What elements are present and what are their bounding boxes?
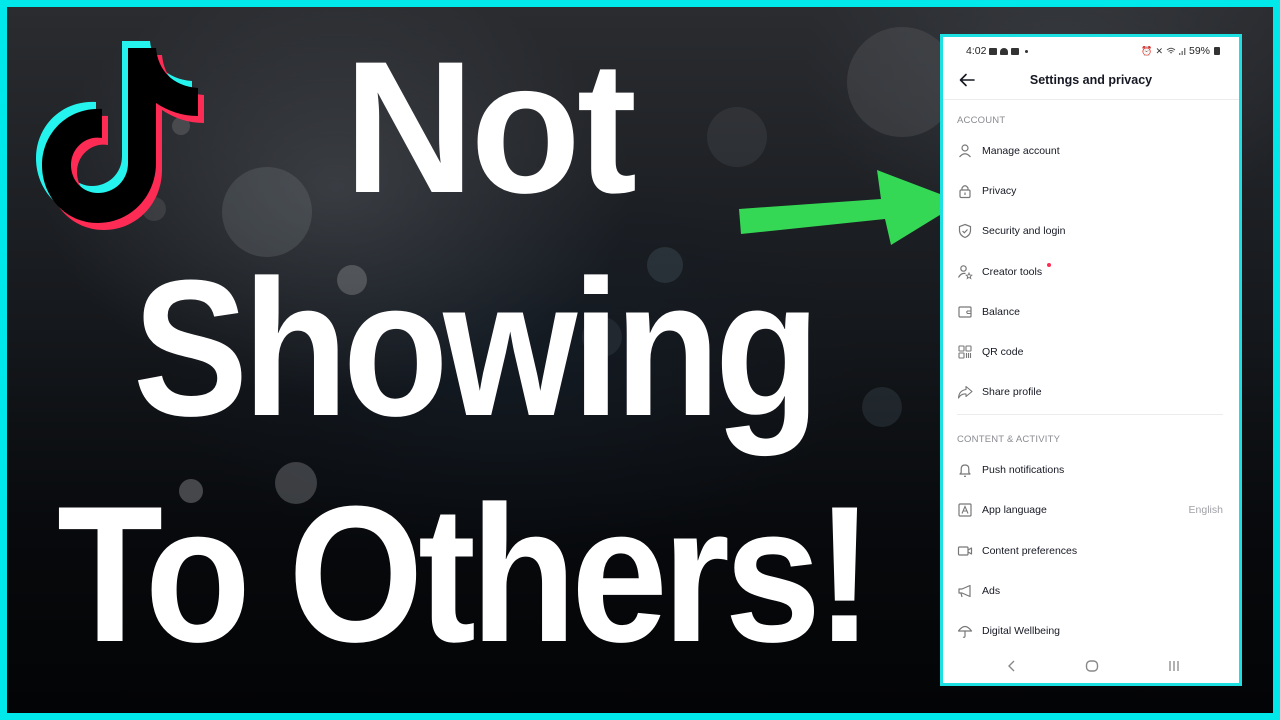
- alarm-icon: ⏰: [1141, 45, 1153, 56]
- settings-item-ads[interactable]: Ads: [943, 574, 1239, 608]
- wallet-icon: [958, 306, 972, 318]
- notification-bell-icon: [1000, 47, 1009, 55]
- settings-item-label: Share profile: [982, 386, 1042, 398]
- settings-item-qr-code[interactable]: QR code: [943, 335, 1239, 369]
- person-star-icon: [957, 265, 973, 280]
- home-nav-icon[interactable]: [1083, 657, 1101, 675]
- section-label-content-activity: CONTENT & ACTIVITY: [957, 434, 1061, 445]
- settings-item-label: QR code: [982, 346, 1024, 358]
- settings-item-label: Creator tools: [982, 266, 1043, 278]
- settings-item-creator-tools[interactable]: Creator tools: [943, 255, 1239, 289]
- back-nav-icon[interactable]: [1003, 657, 1021, 675]
- tiktok-logo: [36, 41, 204, 230]
- recents-nav-icon[interactable]: [1165, 657, 1183, 675]
- settings-item-push-notifications[interactable]: Push notifications: [943, 453, 1239, 487]
- phone-screenshot: 4:02 ⏰ ✕ 59% Settings and privacy ACCOUN…: [940, 34, 1242, 686]
- page-title: Settings and privacy: [1029, 73, 1153, 87]
- settings-item-label: Balance: [982, 306, 1020, 318]
- mute-icon: ✕: [1155, 45, 1163, 56]
- bell-icon: [959, 464, 971, 477]
- settings-item-balance[interactable]: Balance: [943, 295, 1239, 329]
- settings-item-content-preferences[interactable]: Content preferences: [943, 534, 1239, 568]
- notification-badge: [1047, 263, 1051, 267]
- megaphone-icon: [958, 584, 971, 598]
- person-icon: [959, 144, 971, 158]
- battery-percent: 59%: [1188, 45, 1210, 57]
- settings-item-digital-wellbeing[interactable]: Digital Wellbeing: [943, 614, 1239, 648]
- title-line-3: To Others!: [57, 466, 874, 683]
- bokeh-light: [707, 107, 767, 167]
- settings-item-app-language[interactable]: App language English: [943, 493, 1239, 527]
- youtube-icon: [1011, 47, 1020, 55]
- title-line-1: Not: [344, 22, 637, 232]
- settings-item-label: Manage account: [982, 145, 1060, 157]
- settings-item-label: Digital Wellbeing: [982, 625, 1061, 637]
- lock-icon: [959, 185, 971, 199]
- settings-item-security-and-login[interactable]: Security and login: [943, 214, 1239, 248]
- settings-item-label: Content preferences: [982, 545, 1078, 557]
- language-icon: [958, 503, 972, 517]
- wifi-icon: [1166, 47, 1176, 54]
- green-arrow-icon: [739, 170, 961, 245]
- settings-item-manage-account[interactable]: Manage account: [943, 134, 1239, 168]
- status-time: 4:02: [966, 45, 987, 57]
- settings-item-label: Security and login: [982, 225, 1066, 237]
- settings-item-label: Ads: [982, 585, 1001, 597]
- signal-icon: [1178, 48, 1186, 55]
- video-camera-icon: [957, 546, 973, 556]
- settings-item-label: App language: [982, 504, 1047, 516]
- shield-check-icon: [958, 223, 972, 239]
- settings-item-label: Privacy: [982, 185, 1017, 197]
- battery-icon: [1214, 47, 1220, 55]
- android-nav-bar: [943, 649, 1239, 683]
- share-arrow-icon: [957, 385, 973, 399]
- dot-icon: [1025, 49, 1029, 53]
- settings-item-label: Push notifications: [982, 464, 1065, 476]
- status-bar: 4:02 ⏰ ✕ 59%: [943, 43, 1239, 59]
- title-line-2: Showing: [133, 240, 820, 457]
- section-label-account: ACCOUNT: [957, 115, 1006, 126]
- settings-header: Settings and privacy: [943, 63, 1239, 100]
- section-divider: [957, 414, 1223, 415]
- message-icon: [989, 47, 998, 55]
- bokeh-light: [862, 387, 902, 427]
- settings-item-share-profile[interactable]: Share profile: [943, 375, 1239, 409]
- app-language-value: English: [1188, 504, 1223, 516]
- umbrella-icon: [957, 625, 973, 638]
- qr-code-icon: [958, 345, 972, 359]
- settings-item-privacy[interactable]: Privacy: [943, 174, 1239, 208]
